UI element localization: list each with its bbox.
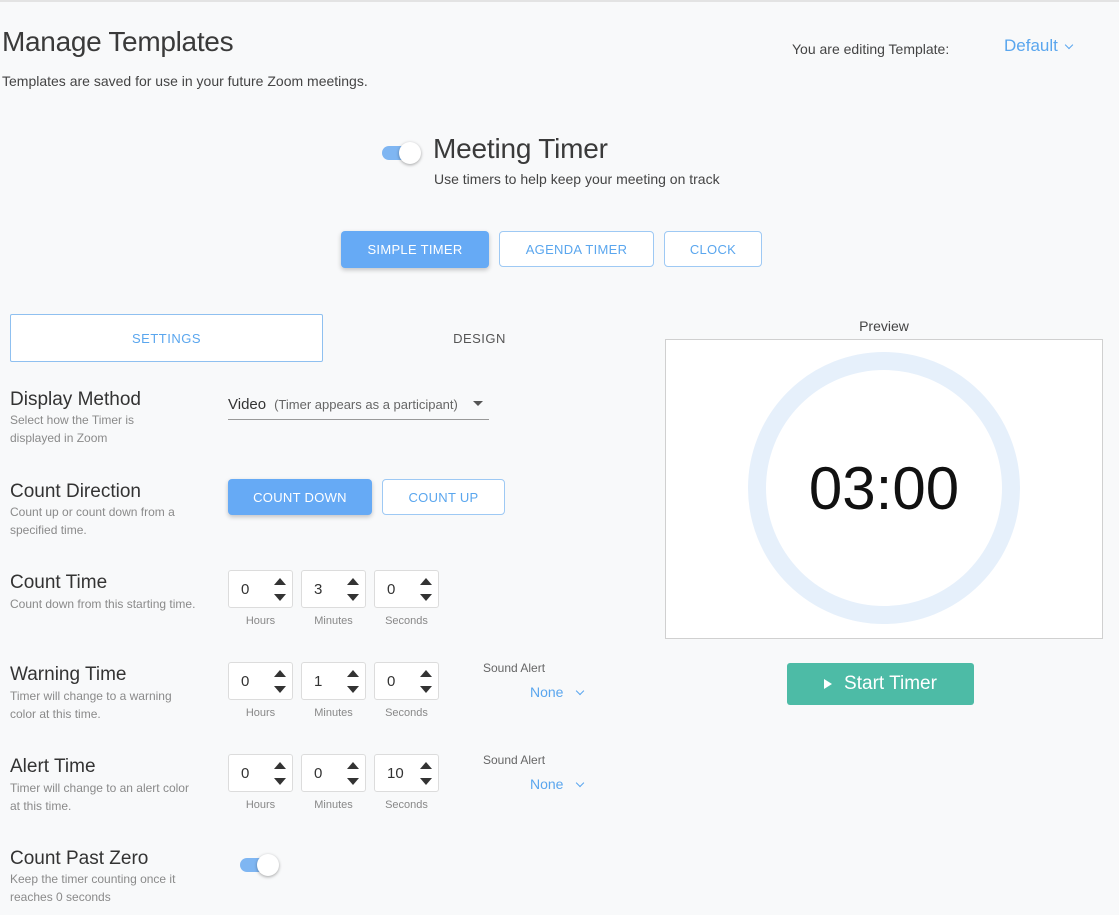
arrow-down-icon[interactable] [420, 686, 432, 693]
arrow-up-icon[interactable] [420, 670, 432, 677]
seconds-label: Seconds [385, 615, 428, 627]
stepper-value: 0 [241, 673, 250, 690]
meeting-timer-subtitle: Use timers to help keep your meeting on … [434, 171, 720, 187]
tab-clock[interactable]: CLOCK [664, 231, 762, 267]
toggle-knob [257, 854, 279, 876]
caret-down-icon [473, 401, 483, 406]
arrow-up-icon[interactable] [347, 578, 359, 585]
display-method-hint: (Timer appears as a participant) [274, 397, 458, 412]
display-method-desc: Select how the Timer is displayed in Zoo… [10, 413, 135, 445]
display-method-select[interactable]: Video (Timer appears as a participant) [228, 390, 489, 420]
stepper-value: 0 [387, 673, 396, 690]
display-method-value: Video [228, 396, 267, 413]
alert-time-hours-stepper[interactable]: 0 [228, 754, 293, 792]
page-title: Manage Templates [2, 26, 234, 57]
count-past-zero-desc: Keep the timer counting once it reaches … [10, 872, 176, 904]
warning-time-minutes-stepper[interactable]: 1 [301, 662, 366, 700]
alert-time-seconds-stepper[interactable]: 10 [374, 754, 439, 792]
arrow-up-icon[interactable] [274, 762, 286, 769]
count-past-zero-title: Count Past Zero [10, 848, 149, 869]
arrow-down-icon[interactable] [347, 686, 359, 693]
stepper-value: 10 [387, 765, 404, 782]
template-select[interactable]: Default [1004, 36, 1074, 56]
stepper-value: 0 [314, 765, 323, 782]
meeting-timer-title: Meeting Timer [433, 133, 608, 164]
count-time-seconds-stepper[interactable]: 0 [374, 570, 439, 608]
warning-sound-alert-select[interactable]: None [530, 684, 585, 700]
arrow-up-icon[interactable] [420, 578, 432, 585]
stepper-value: 0 [387, 581, 396, 598]
editing-template-label: You are editing Template: [792, 41, 950, 57]
arrow-down-icon[interactable] [274, 778, 286, 785]
warning-sound-alert-label: Sound Alert [483, 661, 546, 675]
hours-label: Hours [245, 615, 276, 627]
arrow-down-icon[interactable] [347, 778, 359, 785]
tab-settings[interactable]: SETTINGS [10, 314, 323, 362]
count-down-button[interactable]: COUNT DOWN [228, 479, 372, 515]
alert-sound-alert-label: Sound Alert [483, 753, 546, 767]
sound-alert-value: None [530, 684, 564, 700]
arrow-up-icon[interactable] [274, 670, 286, 677]
play-icon [824, 679, 833, 689]
stepper-value: 0 [241, 581, 250, 598]
count-time-desc: Count down from this starting time. [10, 597, 196, 611]
arrow-down-icon[interactable] [274, 594, 286, 601]
hours-label: Hours [245, 707, 276, 719]
display-method-title: Display Method [10, 389, 141, 410]
warning-time-hours-stepper[interactable]: 0 [228, 662, 293, 700]
arrow-down-icon[interactable] [420, 778, 432, 785]
sound-alert-value: None [530, 776, 564, 792]
minutes-label: Minutes [314, 799, 353, 811]
arrow-up-icon[interactable] [347, 670, 359, 677]
preview-label: Preview [859, 318, 909, 334]
arrow-down-icon[interactable] [347, 594, 359, 601]
hours-label: Hours [245, 799, 276, 811]
alert-sound-alert-select[interactable]: None [530, 776, 585, 792]
warning-time-seconds-stepper[interactable]: 0 [374, 662, 439, 700]
alert-time-desc: Timer will change to an alert color at t… [10, 781, 189, 813]
count-time-minutes-stepper[interactable]: 3 [301, 570, 366, 608]
chevron-down-icon [1064, 40, 1074, 49]
meeting-timer-toggle[interactable] [382, 142, 421, 164]
stepper-value: 1 [314, 673, 323, 690]
timer-display: 03:00 [808, 454, 960, 522]
stepper-value: 0 [241, 765, 250, 782]
tab-agenda-timer[interactable]: AGENDA TIMER [499, 231, 654, 267]
chevron-down-icon [576, 686, 585, 695]
alert-time-minutes-stepper[interactable]: 0 [301, 754, 366, 792]
alert-time-title: Alert Time [10, 756, 96, 777]
toggle-knob [399, 142, 421, 164]
page-subtitle: Templates are saved for use in your futu… [2, 73, 368, 89]
tab-design[interactable]: DESIGN [323, 314, 636, 362]
start-timer-label: Start Timer [844, 673, 937, 694]
chevron-down-icon [576, 778, 585, 787]
count-time-title: Count Time [10, 572, 108, 593]
minutes-label: Minutes [314, 707, 353, 719]
count-time-hours-stepper[interactable]: 0 [228, 570, 293, 608]
arrow-down-icon[interactable] [420, 594, 432, 601]
count-up-button[interactable]: COUNT UP [382, 479, 505, 515]
arrow-up-icon[interactable] [420, 762, 432, 769]
count-past-zero-toggle[interactable] [240, 854, 279, 876]
template-select-value: Default [1004, 36, 1058, 55]
seconds-label: Seconds [385, 799, 428, 811]
start-timer-button[interactable]: Start Timer [787, 663, 974, 705]
stepper-value: 3 [314, 581, 323, 598]
warning-time-title: Warning Time [10, 664, 127, 685]
warning-time-desc: Timer will change to a warning color at … [10, 689, 172, 721]
arrow-up-icon[interactable] [274, 578, 286, 585]
arrow-up-icon[interactable] [347, 762, 359, 769]
count-direction-title: Count Direction [10, 481, 141, 502]
tab-simple-timer[interactable]: SIMPLE TIMER [341, 231, 489, 268]
seconds-label: Seconds [385, 707, 428, 719]
arrow-down-icon[interactable] [274, 686, 286, 693]
minutes-label: Minutes [314, 615, 353, 627]
count-direction-desc: Count up or count down from a specified … [10, 505, 175, 537]
